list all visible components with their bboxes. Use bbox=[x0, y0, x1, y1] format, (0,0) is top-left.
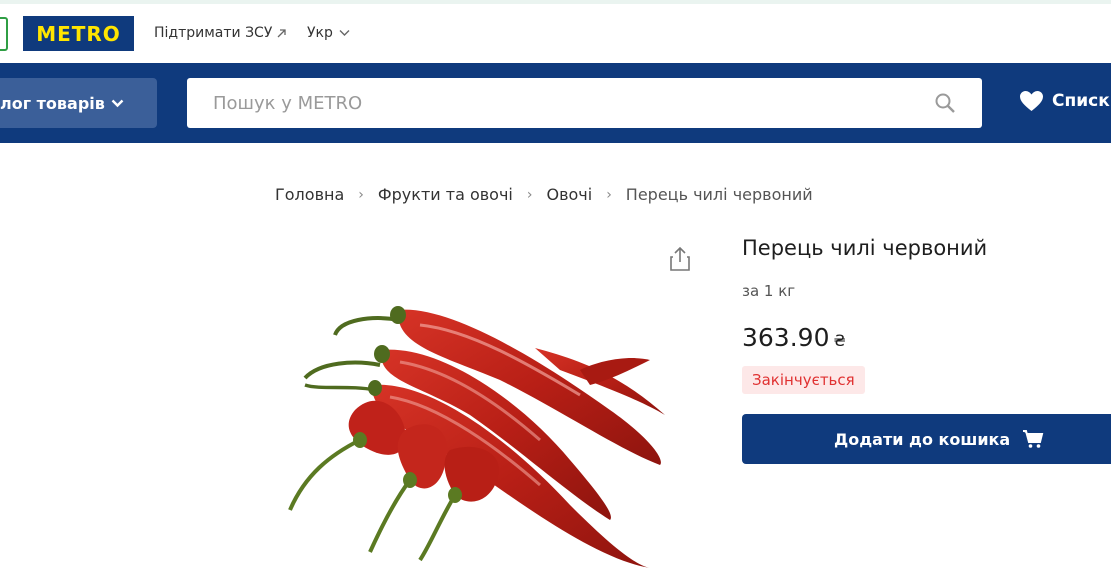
chevron-right-icon: › bbox=[606, 186, 612, 203]
language-selector[interactable]: Укр bbox=[307, 25, 350, 41]
chevron-down-icon bbox=[339, 30, 350, 36]
chevron-right-icon: › bbox=[526, 186, 533, 203]
price-currency: ₴ bbox=[833, 331, 846, 350]
search-icon[interactable] bbox=[934, 92, 956, 114]
product-title: Перець чилі червоний bbox=[742, 236, 988, 260]
breadcrumb-item-vegetables[interactable]: Овочі bbox=[546, 185, 592, 204]
support-link-label: Підтримати ЗСУ bbox=[154, 25, 273, 41]
price-value: 363.90 bbox=[742, 323, 830, 352]
catalog-label: лог товарів bbox=[0, 93, 105, 113]
chevron-right-icon: › bbox=[358, 186, 364, 203]
breadcrumb-item-home[interactable]: Головна bbox=[275, 185, 344, 204]
search-box bbox=[187, 78, 982, 128]
stock-status-badge: Закінчується bbox=[742, 366, 865, 394]
logo-text: METRO bbox=[36, 21, 121, 46]
metro-logo[interactable]: METRO bbox=[23, 16, 134, 51]
store-tab[interactable] bbox=[0, 17, 8, 51]
add-to-cart-label: Додати до кошика bbox=[834, 429, 1011, 449]
breadcrumb-item-fruits-vegetables[interactable]: Фрукти та овочі bbox=[378, 185, 513, 204]
lists-label: Списки bbox=[1052, 91, 1111, 111]
heart-icon bbox=[1020, 91, 1043, 111]
breadcrumb: Головна › Фрукти та овочі › Овочі › Пере… bbox=[275, 185, 813, 204]
search-input[interactable] bbox=[213, 92, 934, 114]
external-link-icon bbox=[277, 28, 287, 37]
add-to-cart-button[interactable]: Додати до кошика bbox=[742, 414, 1111, 464]
share-icon[interactable] bbox=[667, 245, 693, 273]
support-zsu-link[interactable]: Підтримати ЗСУ bbox=[154, 25, 287, 41]
breadcrumb-item-current: Перець чилі червоний bbox=[625, 185, 813, 204]
catalog-button[interactable]: лог товарів bbox=[0, 78, 157, 128]
cart-icon bbox=[1023, 430, 1044, 448]
chevron-down-icon bbox=[111, 99, 124, 107]
product-image bbox=[288, 306, 665, 568]
language-label: Укр bbox=[307, 25, 333, 41]
product-unit: за 1 кг bbox=[742, 282, 796, 300]
top-bar: METRO Підтримати ЗСУ Укр bbox=[0, 4, 1111, 63]
lists-link[interactable]: Списки bbox=[1019, 90, 1111, 112]
nav-band: лог товарів Списки bbox=[0, 63, 1111, 143]
product-price: 363.90 ₴ bbox=[742, 323, 846, 352]
